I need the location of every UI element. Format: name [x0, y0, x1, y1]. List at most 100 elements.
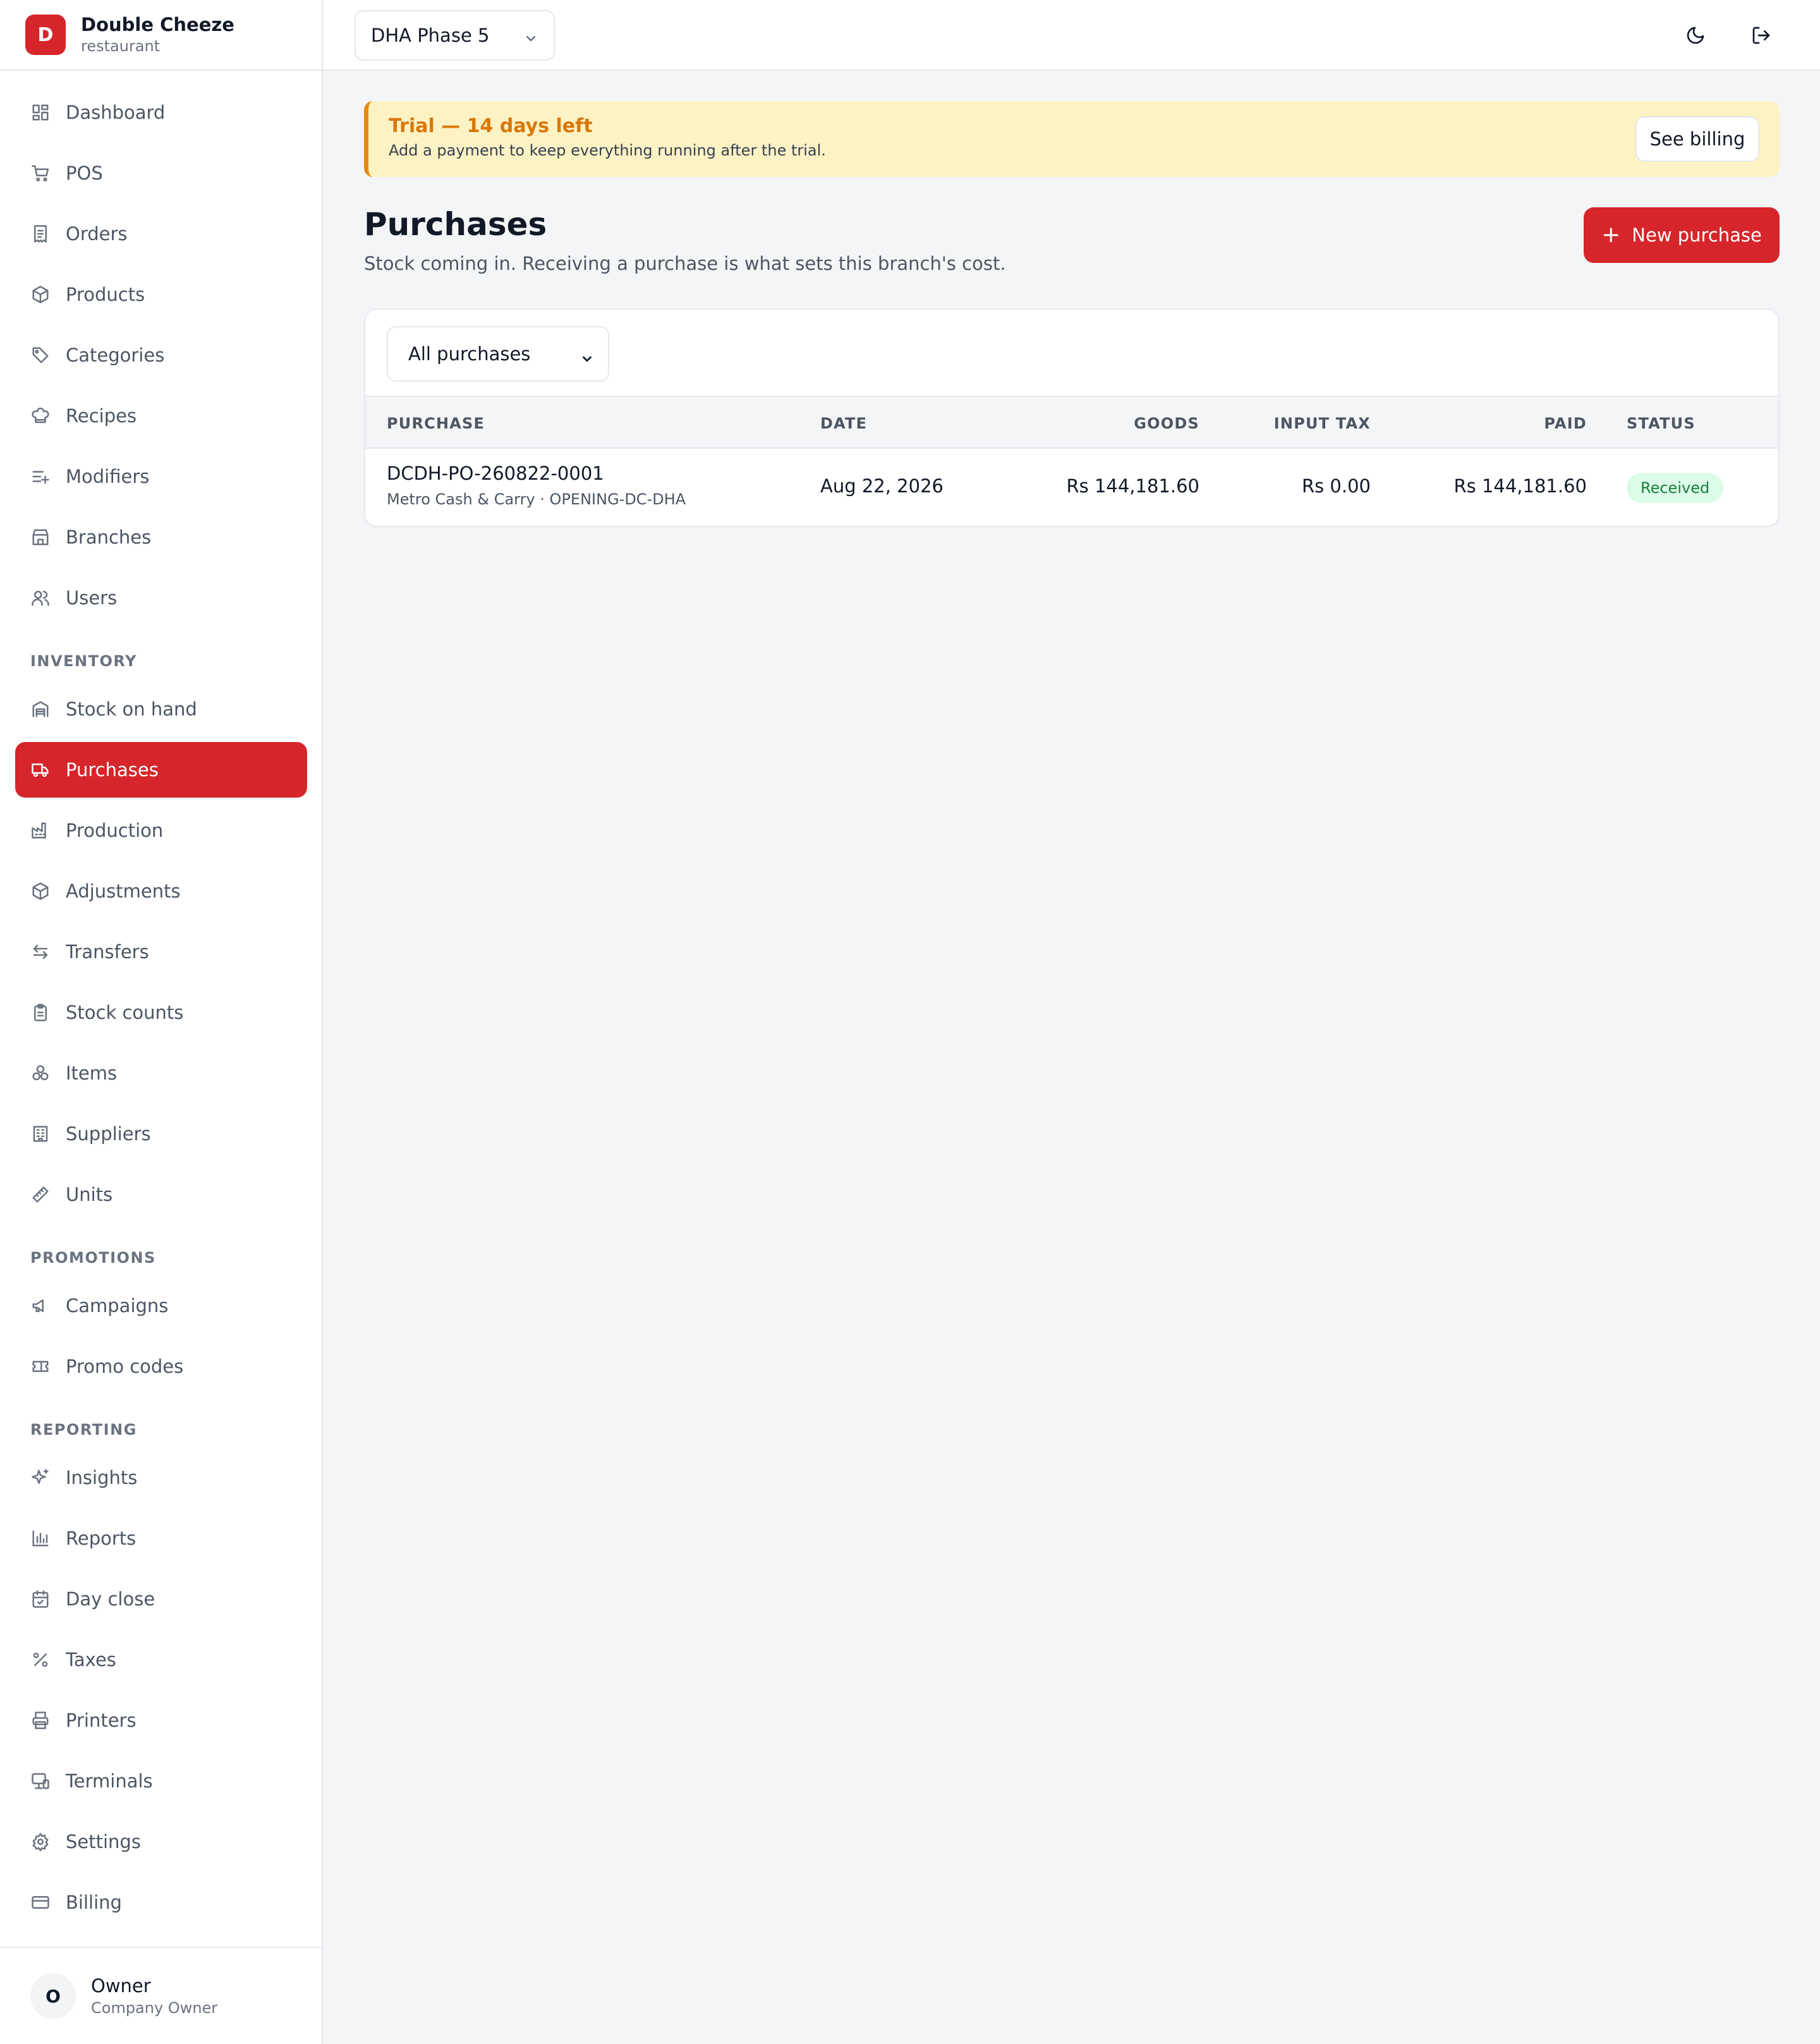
section-label-inventory: INVENTORY [30, 652, 137, 670]
chef-hat-icon [30, 406, 51, 426]
header-purchase[interactable]: PURCHASE [387, 415, 485, 432]
sidebar-item-label: Products [66, 284, 145, 305]
sidebar-item-modifiers[interactable]: Modifiers [15, 449, 307, 504]
sidebar-item-units[interactable]: Units [15, 1167, 307, 1222]
sidebar-item-label: Orders [66, 223, 128, 245]
trial-title: Trial — 14 days left [389, 115, 593, 137]
moon-icon[interactable] [1680, 20, 1711, 51]
factory-icon [30, 820, 51, 841]
sidebar-item-label: Taxes [66, 1649, 116, 1670]
sidebar-item-label: Categories [66, 344, 165, 366]
user-name: Owner [91, 1975, 151, 1997]
ruler-icon [30, 1184, 51, 1205]
sidebar-item-label: Branches [66, 526, 152, 548]
table-row[interactable]: DCDH-PO-260822-0001 Metro Cash & Carry ·… [365, 449, 1778, 526]
sidebar-item-label: Suppliers [66, 1123, 151, 1145]
sidebar-item-label: Dashboard [66, 102, 166, 123]
sidebar-item-categories[interactable]: Categories [15, 327, 307, 383]
purchase-date: Aug 22, 2026 [820, 475, 943, 497]
header-input-tax[interactable]: INPUT TAX [1274, 415, 1371, 432]
megaphone-icon [30, 1296, 51, 1316]
sparkles-icon [30, 1468, 51, 1488]
table-header: PURCHASE DATE GOODS INPUT TAX PAID STATU… [365, 396, 1778, 449]
sidebar-item-settings[interactable]: Settings [15, 1814, 307, 1870]
brand[interactable]: D Double Cheeze restaurant [0, 0, 322, 71]
avatar: O [30, 1973, 76, 2019]
purchase-meta: Metro Cash & Carry · OPENING-DC-DHA [387, 490, 686, 508]
printer-icon [30, 1710, 51, 1731]
sidebar-item-items[interactable]: Items [15, 1045, 307, 1101]
sidebar-item-stock-counts[interactable]: Stock counts [15, 985, 307, 1040]
sidebar-item-campaigns[interactable]: Campaigns [15, 1278, 307, 1334]
sidebar-item-products[interactable]: Products [15, 267, 307, 322]
sidebar-item-label: Billing [66, 1892, 122, 1913]
sidebar-item-taxes[interactable]: Taxes [15, 1632, 307, 1688]
chevron-down-icon [523, 29, 538, 51]
sidebar-item-pos[interactable]: POS [15, 145, 307, 201]
store-icon [30, 527, 51, 547]
clipboard-icon [30, 1002, 51, 1023]
purchases-table-card: All purchases PURCHASE DATE GOODS INPUT … [364, 308, 1780, 527]
sidebar-item-day-close[interactable]: Day close [15, 1571, 307, 1627]
sidebar-item-label: Modifiers [66, 466, 150, 487]
sidebar-item-dashboard[interactable]: Dashboard [15, 85, 307, 140]
brand-name: Double Cheeze [81, 14, 234, 35]
sidebar-item-label: Settings [66, 1831, 141, 1852]
brand-subtitle: restaurant [81, 37, 161, 55]
page-title: Purchases [364, 206, 547, 243]
plus-icon: + [1601, 222, 1621, 248]
trial-banner: Trial — 14 days left Add a payment to ke… [364, 101, 1780, 177]
header-status[interactable]: STATUS [1627, 415, 1696, 432]
trial-message: Add a payment to keep everything running… [389, 142, 826, 159]
sidebar-item-label: Items [66, 1062, 118, 1084]
sidebar-item-transfers[interactable]: Transfers [15, 924, 307, 980]
sidebar-item-reports[interactable]: Reports [15, 1511, 307, 1566]
sidebar-item-label: Purchases [66, 759, 159, 781]
header-paid[interactable]: PAID [1544, 415, 1587, 432]
box-icon [30, 284, 51, 305]
see-billing-button[interactable]: See billing [1635, 116, 1759, 162]
ticket-icon [30, 1356, 51, 1377]
sidebar-item-insights[interactable]: Insights [15, 1450, 307, 1506]
sidebar-item-suppliers[interactable]: Suppliers [15, 1106, 307, 1162]
receipt-icon [30, 224, 51, 244]
sidebar-item-adjustments[interactable]: Adjustments [15, 863, 307, 919]
sidebar-item-label: Campaigns [66, 1295, 169, 1317]
sidebar-item-recipes[interactable]: Recipes [15, 388, 307, 444]
bar-chart-icon [30, 1528, 51, 1548]
users-icon [30, 588, 51, 608]
sidebar-item-purchases[interactable]: Purchases [15, 742, 307, 798]
sidebar-item-billing[interactable]: Billing [15, 1875, 307, 1930]
sidebar-item-stock-on-hand[interactable]: Stock on hand [15, 681, 307, 737]
calendar-check-icon [30, 1589, 51, 1609]
sidebar-item-orders[interactable]: Orders [15, 206, 307, 262]
user-profile[interactable]: O Owner Company Owner [0, 1947, 322, 2044]
header-goods[interactable]: GOODS [1134, 415, 1199, 432]
logout-icon[interactable] [1746, 20, 1776, 51]
sidebar-item-label: Reports [66, 1528, 136, 1549]
purchase-goods: Rs 144,181.60 [1066, 475, 1199, 497]
purchase-input-tax: Rs 0.00 [1301, 475, 1371, 497]
filter-value: All purchases [408, 343, 531, 365]
purchase-filter-select[interactable]: All purchases [387, 326, 609, 382]
sidebar-item-label: Production [66, 820, 164, 841]
sidebar-item-label: Promo codes [66, 1356, 184, 1377]
truck-icon [30, 760, 51, 780]
new-purchase-button[interactable]: + New purchase [1584, 207, 1780, 263]
sidebar-item-promo-codes[interactable]: Promo codes [15, 1339, 307, 1394]
topbar: DHA Phase 5 [323, 0, 1820, 71]
boxes-icon [30, 1063, 51, 1083]
dashboard-icon [30, 102, 51, 123]
header-date[interactable]: DATE [820, 415, 867, 432]
sidebar-item-label: Stock on hand [66, 698, 197, 720]
sidebar-item-terminals[interactable]: Terminals [15, 1753, 307, 1809]
sidebar-item-branches[interactable]: Branches [15, 509, 307, 565]
sidebar-item-label: Transfers [66, 941, 149, 963]
purchase-id[interactable]: DCDH-PO-260822-0001 [387, 463, 604, 484]
sidebar-item-users[interactable]: Users [15, 570, 307, 626]
percent-icon [30, 1650, 51, 1670]
sidebar-item-printers[interactable]: Printers [15, 1693, 307, 1748]
tag-icon [30, 345, 51, 365]
branch-selector[interactable]: DHA Phase 5 [355, 10, 555, 61]
sidebar-item-production[interactable]: Production [15, 803, 307, 858]
